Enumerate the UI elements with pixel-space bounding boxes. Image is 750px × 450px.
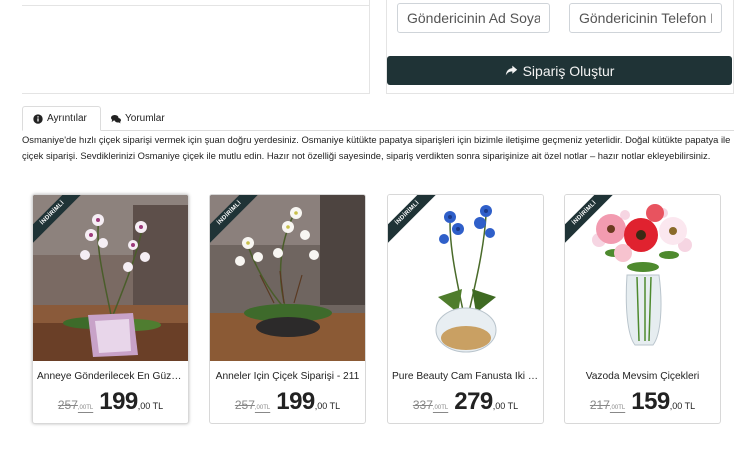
- product-description: Osmaniye'de hızlı çiçek siparişi vermek …: [22, 134, 731, 161]
- old-price: 217,00TL: [590, 398, 625, 412]
- product-name: Anneler İçin Çiçek Siparişi - 211: [215, 371, 360, 382]
- product-card[interactable]: İNDİRİMLİ Pure Beauty Cam Fanusta İki Da…: [387, 194, 544, 424]
- new-price-decimals: ,00 TL: [137, 401, 164, 411]
- old-price-decimals: ,00TL: [432, 405, 449, 411]
- product-price: 257,00TL 199,00 TL: [210, 388, 365, 416]
- old-price-decimals: ,00TL: [609, 405, 626, 411]
- new-price-decimals: ,00 TL: [314, 401, 341, 411]
- tab-details[interactable]: Ayrıntılar: [22, 106, 101, 131]
- product-price: 337,00TL 279,00 TL: [388, 388, 543, 416]
- new-price-value: 199: [99, 388, 138, 415]
- info-circle-icon: [33, 113, 43, 124]
- product-tabs: Ayrıntılar Yorumlar: [22, 106, 734, 131]
- sender-name-input[interactable]: [397, 3, 550, 33]
- divider: [22, 5, 369, 6]
- old-price-decimals: ,00TL: [77, 405, 94, 411]
- new-price-decimals: ,00 TL: [492, 401, 519, 411]
- old-price: 257,00TL: [235, 398, 270, 412]
- sender-phone-input[interactable]: [569, 3, 722, 33]
- product-name: Pure Beauty Cam Fanusta İki Dallı Orkide: [392, 371, 539, 382]
- product-image: [33, 195, 188, 361]
- new-price: 159,00 TL: [631, 388, 695, 416]
- share-arrow-icon: [505, 65, 517, 76]
- new-price: 199,00 TL: [276, 388, 340, 416]
- new-price: 279,00 TL: [454, 388, 518, 416]
- old-price-value: 257: [234, 398, 255, 412]
- old-price-value: 337: [412, 398, 433, 412]
- product-name: Vazoda Mevsim Çiçekleri: [585, 371, 700, 382]
- product-card[interactable]: İNDİRİMLİ Vazoda Mevsim Çiçekleri 217,00…: [564, 194, 721, 424]
- old-price-value: 217: [589, 398, 610, 412]
- product-card[interactable]: İNDİRİMLİ Anneler İçin Çiçek Siparişi - …: [209, 194, 366, 424]
- new-price-decimals: ,00 TL: [669, 401, 696, 411]
- tab-comments[interactable]: Yorumlar: [101, 106, 175, 131]
- product-price: 217,00TL 159,00 TL: [565, 388, 720, 416]
- product-price: 257,00TL 199,00 TL: [33, 388, 188, 416]
- old-price-decimals: ,00TL: [254, 405, 271, 411]
- tab-details-label: Ayrıntılar: [47, 113, 87, 124]
- create-order-button[interactable]: Sipariş Oluştur: [387, 56, 732, 85]
- comments-icon: [111, 114, 121, 123]
- product-image: [565, 195, 720, 361]
- old-price: 257,00TL: [58, 398, 93, 412]
- new-price-value: 159: [631, 388, 670, 415]
- product-name: Anneye Gönderilecek En Güzel Orkide: [37, 371, 184, 382]
- old-price: 337,00TL: [413, 398, 448, 412]
- product-card[interactable]: İNDİRİMLİ Anneye Gönderilecek En Güzel O…: [32, 194, 189, 424]
- new-price: 199,00 TL: [99, 388, 163, 416]
- tab-comments-label: Yorumlar: [125, 113, 165, 124]
- new-price-value: 279: [454, 388, 493, 415]
- new-price-value: 199: [276, 388, 315, 415]
- create-order-label: Sipariş Oluştur: [522, 62, 615, 79]
- product-image: [388, 195, 543, 361]
- old-price-value: 257: [57, 398, 78, 412]
- product-image: [210, 195, 365, 361]
- message-panel: [22, 0, 370, 94]
